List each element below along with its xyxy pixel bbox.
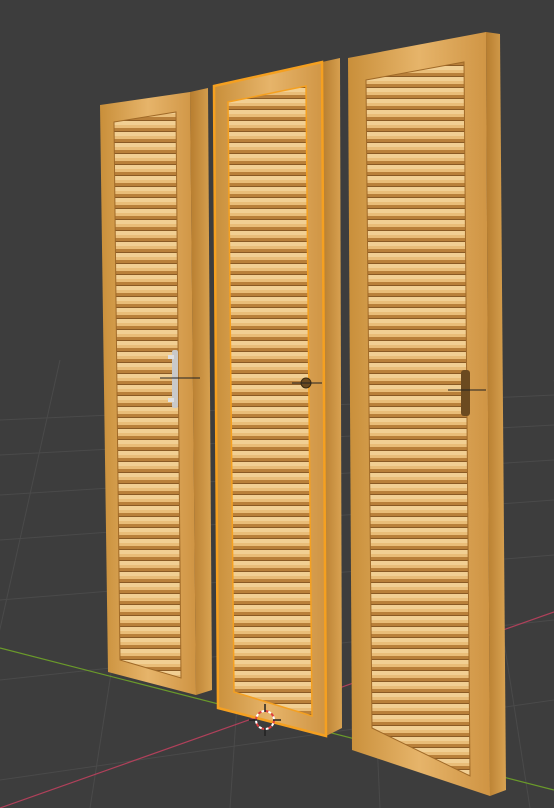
3d-viewport[interactable] bbox=[0, 0, 554, 808]
shutter-left-louvers bbox=[114, 112, 181, 678]
shutter-right-louvers bbox=[366, 62, 470, 776]
shutter-left[interactable] bbox=[100, 88, 212, 695]
viewport-canvas[interactable] bbox=[0, 0, 554, 808]
latch-icon[interactable] bbox=[461, 370, 470, 416]
shutter-middle[interactable] bbox=[212, 58, 342, 738]
shutter-middle-louvers bbox=[228, 86, 312, 716]
shutter-right[interactable] bbox=[348, 32, 506, 796]
